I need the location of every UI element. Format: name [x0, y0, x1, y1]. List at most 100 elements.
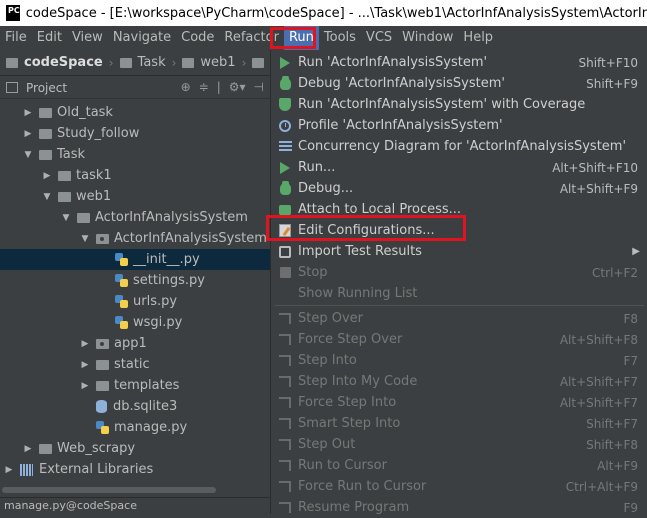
- breadcrumb-separator-icon: ›: [171, 55, 177, 70]
- menu-item-label: Step Over: [298, 311, 363, 326]
- menu-window[interactable]: Window: [397, 26, 458, 50]
- breadcrumb-label: web1: [200, 55, 236, 70]
- tree-item-label: static: [114, 357, 150, 372]
- breadcrumb-separator-icon: ›: [241, 55, 247, 70]
- menu-bar: File Edit View Navigate Code Refactor Run Tools…: [0, 26, 647, 50]
- collapse-icon[interactable]: ≑: [199, 80, 209, 94]
- breadcrumb-item[interactable]: Task: [119, 55, 166, 70]
- folder-icon: [96, 359, 109, 370]
- expanded-arrow-icon[interactable]: ▼: [23, 150, 33, 160]
- menu-view[interactable]: View: [67, 26, 108, 50]
- tree-item[interactable]: ▶ Web_scrapy: [0, 438, 270, 459]
- menu-item-import-test-results[interactable]: Import Test Results ▶: [271, 241, 647, 262]
- tree-item-label: web1: [76, 189, 112, 204]
- menu-item-label: Profile 'ActorInfAnalysisSystem': [298, 118, 503, 133]
- tree-item[interactable]: db.sqlite3: [0, 396, 270, 417]
- expanded-arrow-icon[interactable]: ▼: [80, 234, 90, 244]
- tree-item[interactable]: ▶ Old_task: [0, 102, 270, 123]
- menu-item-force-run-to-cursor: Force Run to Cursor Ctrl+Alt+F9: [271, 476, 647, 497]
- tree-item-label: Old_task: [57, 105, 113, 120]
- blank-icon: [278, 287, 292, 301]
- folder-icon: [58, 170, 71, 181]
- menu-tools[interactable]: Tools: [319, 26, 361, 50]
- folder-icon: [58, 191, 71, 202]
- tree-item[interactable]: ▶ Study_follow: [0, 123, 270, 144]
- collapsed-arrow-icon[interactable]: ▶: [80, 360, 90, 370]
- menu-vcs[interactable]: VCS: [361, 26, 397, 50]
- python-file-icon: [96, 421, 109, 434]
- menu-item-run-actorinfanalysissystem[interactable]: Run 'ActorInfAnalysisSystem' Shift+F10: [271, 52, 647, 73]
- tree-item[interactable]: urls.py: [0, 291, 270, 312]
- menu-item-label: Run 'ActorInfAnalysisSystem' with Covera…: [298, 97, 586, 112]
- step-icon: [278, 438, 292, 452]
- tree-item[interactable]: ▼ web1: [0, 186, 270, 207]
- expanded-arrow-icon[interactable]: ▼: [42, 192, 52, 202]
- menu-item-label: Debug...: [298, 181, 354, 196]
- menu-item-shortcut: Alt+Shift+F8: [559, 332, 638, 347]
- collapsed-arrow-icon[interactable]: ▶: [42, 171, 52, 181]
- collapsed-arrow-icon[interactable]: ▶: [80, 381, 90, 391]
- python-file-icon: [115, 295, 128, 308]
- menu-navigate[interactable]: Navigate: [108, 26, 176, 50]
- menu-help[interactable]: Help: [458, 26, 498, 50]
- folder-icon: [119, 57, 132, 68]
- package-folder-icon: [96, 233, 109, 244]
- tree-item[interactable]: ▶ External Libraries: [0, 459, 270, 480]
- tree-item[interactable]: settings.py: [0, 270, 270, 291]
- scrollbar-thumb[interactable]: [2, 487, 216, 493]
- run-icon: [278, 161, 292, 175]
- collapsed-arrow-icon[interactable]: ▶: [23, 444, 33, 454]
- stop-icon-shape: [279, 267, 291, 278]
- tree-item[interactable]: ▼ Task: [0, 144, 270, 165]
- attach-icon-shape: [279, 204, 291, 215]
- collapsed-arrow-icon[interactable]: ▶: [4, 465, 14, 475]
- menu-code[interactable]: Code: [176, 26, 219, 50]
- menu-item-shortcut: Shift+F10: [578, 55, 638, 70]
- step-icon-shape: [279, 355, 291, 366]
- tree-item[interactable]: __init__.py: [0, 249, 270, 270]
- menu-item-debug-actorinfanalysissystem[interactable]: Debug 'ActorInfAnalysisSystem' Shift+F9: [271, 73, 647, 94]
- tree-item[interactable]: ▶ task1: [0, 165, 270, 186]
- folder-icon: [252, 57, 265, 68]
- collapsed-arrow-icon[interactable]: ▶: [23, 129, 33, 139]
- folder-icon: [77, 212, 90, 223]
- submenu-arrow-icon: ▶: [632, 246, 640, 257]
- step-icon-shape: [279, 313, 291, 324]
- python-logo-part: [120, 258, 128, 266]
- menu-item-concurrency-diagram-for-actorinfanalysissystem[interactable]: Concurrency Diagram for 'ActorInfAnalysi…: [271, 136, 647, 157]
- breadcrumb-item[interactable]: codeSpace: [6, 55, 103, 70]
- menu-edit[interactable]: Edit: [32, 26, 67, 50]
- folder-icon: [39, 443, 52, 454]
- menu-item-profile-actorinfanalysissystem[interactable]: Profile 'ActorInfAnalysisSystem': [271, 115, 647, 136]
- tree-horizontal-scrollbar[interactable]: [0, 485, 270, 495]
- tree-item[interactable]: ▼ ActorInfAnalysisSystem: [0, 207, 270, 228]
- menu-item-step-out: Step Out Shift+F8: [271, 434, 647, 455]
- menu-item-run-actorinfanalysissystem-with-coverage[interactable]: Run 'ActorInfAnalysisSystem' with Covera…: [271, 94, 647, 115]
- menu-separator: [275, 305, 644, 306]
- menu-item-debug[interactable]: Debug... Alt+Shift+F9: [271, 178, 647, 199]
- menu-file[interactable]: File: [0, 26, 32, 50]
- collapsed-arrow-icon[interactable]: ▶: [80, 339, 90, 349]
- project-panel-title[interactable]: Project: [26, 81, 67, 95]
- tree-item[interactable]: manage.py: [0, 417, 270, 438]
- tree-item[interactable]: ▶ static: [0, 354, 270, 375]
- tree-item[interactable]: ▼ ActorInfAnalysisSystem: [0, 228, 270, 249]
- gear-icon[interactable]: ⚙▾: [229, 80, 246, 94]
- tree-item[interactable]: ▶ templates: [0, 375, 270, 396]
- tree-item[interactable]: wsgi.py: [0, 312, 270, 333]
- collapsed-arrow-icon[interactable]: ▶: [23, 108, 33, 118]
- window-titlebar: PC codeSpace - [E:\workspace\PyCharm\cod…: [0, 0, 647, 26]
- breadcrumb-item[interactable]: web1: [182, 55, 236, 70]
- tree-item[interactable]: ▶ app1: [0, 333, 270, 354]
- menu-item-run[interactable]: Run... Alt+Shift+F10: [271, 157, 647, 178]
- menu-item-label: Show Running List: [298, 286, 418, 301]
- folder-icon: [39, 149, 52, 160]
- divider-icon: |: [216, 80, 221, 94]
- tree-item-label: External Libraries: [39, 462, 154, 477]
- hide-panel-icon[interactable]: ⊣: [254, 80, 264, 94]
- step-icon: [278, 354, 292, 368]
- locate-icon[interactable]: ⊕: [181, 80, 191, 94]
- menu-item-shortcut: Alt+F9: [597, 458, 638, 473]
- expanded-arrow-icon[interactable]: ▼: [61, 213, 71, 223]
- debug-icon: [278, 180, 292, 196]
